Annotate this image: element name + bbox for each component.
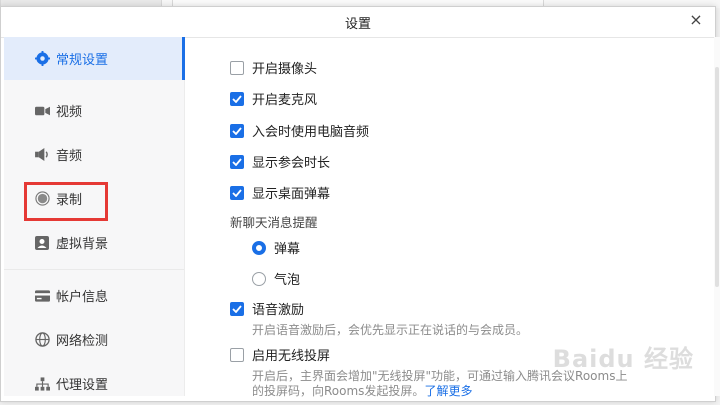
portrait-icon bbox=[34, 235, 50, 251]
bubble-radio[interactable] bbox=[252, 271, 266, 286]
scrollbar-thumb[interactable] bbox=[715, 67, 719, 287]
option-label: 显示桌面弹幕 bbox=[252, 187, 331, 202]
computer-audio-checkbox[interactable] bbox=[230, 123, 244, 138]
settings-sidebar: 常规设置 视频 音频 录制 虚拟背景 帐户信息 网络检测 代理设置 bbox=[4, 37, 185, 396]
option-label: 语音激励 bbox=[252, 303, 305, 318]
popup-checkbox[interactable] bbox=[230, 185, 244, 200]
chat-option-bubble[interactable]: 气泡 bbox=[252, 269, 300, 288]
option-label: 开启麦克风 bbox=[252, 93, 318, 108]
watermark: Baidu 经验 bbox=[552, 345, 694, 373]
card-icon bbox=[34, 288, 50, 304]
voice-encourage-option[interactable]: 语音激励 bbox=[230, 299, 304, 318]
gear-icon bbox=[34, 51, 50, 67]
computer-audio-option[interactable]: 入会时使用电脑音频 bbox=[230, 121, 369, 140]
sidebar-item-label: 帐户信息 bbox=[56, 290, 109, 305]
voice-encourage-desc: 开启语音激励后，会优先显示正在说话的与会成员。 bbox=[252, 323, 529, 337]
sidebar-item-network-check[interactable]: 网络检测 bbox=[4, 318, 184, 361]
sidebar-item-record[interactable]: 录制 bbox=[4, 177, 184, 220]
sidebar-item-label: 常规设置 bbox=[56, 53, 109, 68]
sidebar-item-general[interactable]: 常规设置 bbox=[4, 37, 185, 80]
sidebar-item-label: 网络检测 bbox=[56, 334, 109, 349]
sidebar-item-proxy[interactable]: 代理设置 bbox=[4, 362, 184, 405]
sidebar-item-virtual-background[interactable]: 虚拟背景 bbox=[4, 221, 184, 264]
camera-checkbox[interactable] bbox=[230, 60, 244, 75]
scrollbar[interactable] bbox=[714, 37, 720, 396]
duration-option[interactable]: 显示参会时长 bbox=[230, 152, 330, 171]
wireless-desc-text: 的投屏码，向Rooms发起投屏。 bbox=[252, 384, 425, 398]
popup-option[interactable]: 显示桌面弹幕 bbox=[230, 183, 330, 202]
wireless-checkbox[interactable] bbox=[230, 347, 244, 362]
sidebar-item-label: 虚拟背景 bbox=[56, 237, 109, 252]
sidebar-divider bbox=[4, 269, 184, 270]
voice-encourage-checkbox[interactable] bbox=[230, 301, 244, 316]
sidebar-item-video[interactable]: 视频 bbox=[4, 89, 184, 132]
speaker-icon bbox=[34, 147, 50, 163]
option-label: 显示参会时长 bbox=[252, 156, 331, 171]
wireless-option[interactable]: 启用无线投屏 bbox=[230, 345, 330, 364]
sidebar-item-audio[interactable]: 音频 bbox=[4, 133, 184, 176]
duration-checkbox[interactable] bbox=[230, 154, 244, 169]
mic-checkbox[interactable] bbox=[230, 91, 244, 106]
option-label: 开启摄像头 bbox=[252, 62, 318, 77]
chat-reminder-label: 新聊天消息提醒 bbox=[230, 215, 318, 230]
wireless-desc-line2: 的投屏码，向Rooms发起投屏。了解更多 bbox=[252, 382, 472, 399]
globe-icon bbox=[34, 332, 50, 348]
option-label: 弹幕 bbox=[274, 242, 301, 257]
video-icon bbox=[34, 103, 50, 119]
option-label: 启用无线投屏 bbox=[252, 349, 331, 364]
chat-option-danmu[interactable]: 弹幕 bbox=[252, 238, 300, 257]
sidebar-item-label: 录制 bbox=[56, 193, 83, 208]
network-icon bbox=[34, 376, 50, 392]
sidebar-item-label: 代理设置 bbox=[56, 378, 109, 393]
title-bar: 设置 × bbox=[1, 7, 715, 38]
sidebar-item-account[interactable]: 帐户信息 bbox=[4, 274, 184, 317]
learn-more-link[interactable]: 了解更多 bbox=[424, 384, 472, 398]
danmu-radio[interactable] bbox=[252, 240, 266, 255]
option-label: 气泡 bbox=[274, 273, 301, 288]
mic-option[interactable]: 开启麦克风 bbox=[230, 89, 317, 108]
close-icon[interactable]: × bbox=[687, 11, 705, 29]
camera-option[interactable]: 开启摄像头 bbox=[230, 58, 317, 77]
option-label: 入会时使用电脑音频 bbox=[252, 125, 370, 140]
record-icon bbox=[34, 191, 50, 207]
sidebar-item-label: 音频 bbox=[56, 149, 83, 164]
sidebar-item-label: 视频 bbox=[56, 105, 83, 120]
dialog-title: 设置 bbox=[344, 17, 371, 32]
